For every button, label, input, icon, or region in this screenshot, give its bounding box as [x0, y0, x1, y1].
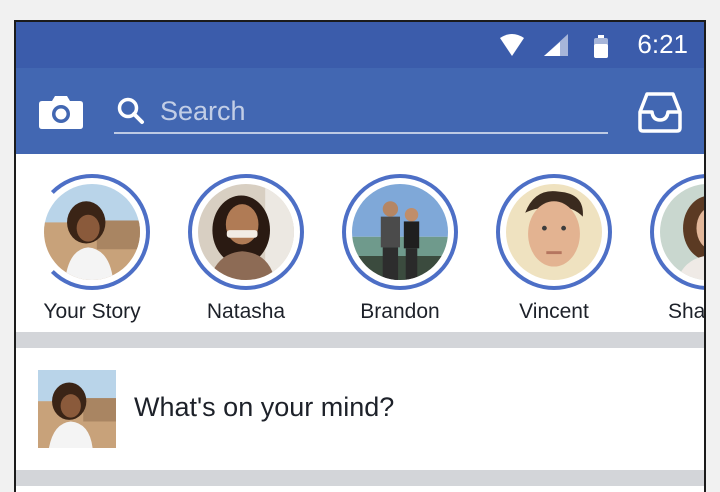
wifi-icon — [500, 34, 524, 56]
avatar — [660, 184, 704, 280]
story-ring — [188, 174, 304, 290]
story-natasha[interactable]: Natasha — [184, 174, 308, 324]
stories-tray: Your Story Natasha Brandon Vincent Sha — [16, 154, 704, 332]
phone-screen: 6:21 Search Your Story Natasha Brandon V… — [14, 20, 706, 492]
story-name: Your Story — [43, 300, 141, 323]
story-ring — [650, 174, 704, 290]
status-bar: 6:21 — [16, 22, 704, 68]
search-bar[interactable]: Search — [114, 90, 608, 134]
avatar — [352, 184, 448, 280]
camera-icon[interactable] — [38, 92, 84, 130]
story-name: Natasha — [206, 300, 286, 323]
story-name: Vincent — [519, 300, 589, 323]
section-divider — [16, 470, 704, 486]
story-name: Sha — [668, 300, 706, 323]
search-input[interactable]: Search — [160, 96, 246, 127]
story-ring — [342, 174, 458, 290]
search-icon — [116, 96, 146, 126]
story-ring — [34, 174, 150, 290]
battery-icon — [594, 35, 608, 58]
composer-prompt[interactable]: What's on your mind? — [134, 392, 394, 423]
status-composer[interactable]: What's on your mind? — [16, 348, 704, 470]
avatar — [44, 184, 140, 280]
story-brandon[interactable]: Brandon — [338, 174, 462, 324]
story-name: Brandon — [360, 300, 440, 323]
story-ring — [496, 174, 612, 290]
inbox-icon[interactable] — [638, 90, 682, 134]
avatar — [198, 184, 294, 280]
section-divider — [16, 332, 704, 348]
app-bar: Search — [16, 68, 704, 154]
story-vincent[interactable]: Vincent — [492, 174, 616, 324]
cellular-signal-icon — [544, 34, 568, 56]
avatar — [506, 184, 602, 280]
story-sha[interactable]: Sha — [646, 174, 706, 324]
story-your-story[interactable]: Your Story — [30, 174, 154, 324]
avatar — [38, 370, 116, 448]
status-time: 6:21 — [637, 29, 688, 59]
status-icons — [496, 30, 626, 60]
